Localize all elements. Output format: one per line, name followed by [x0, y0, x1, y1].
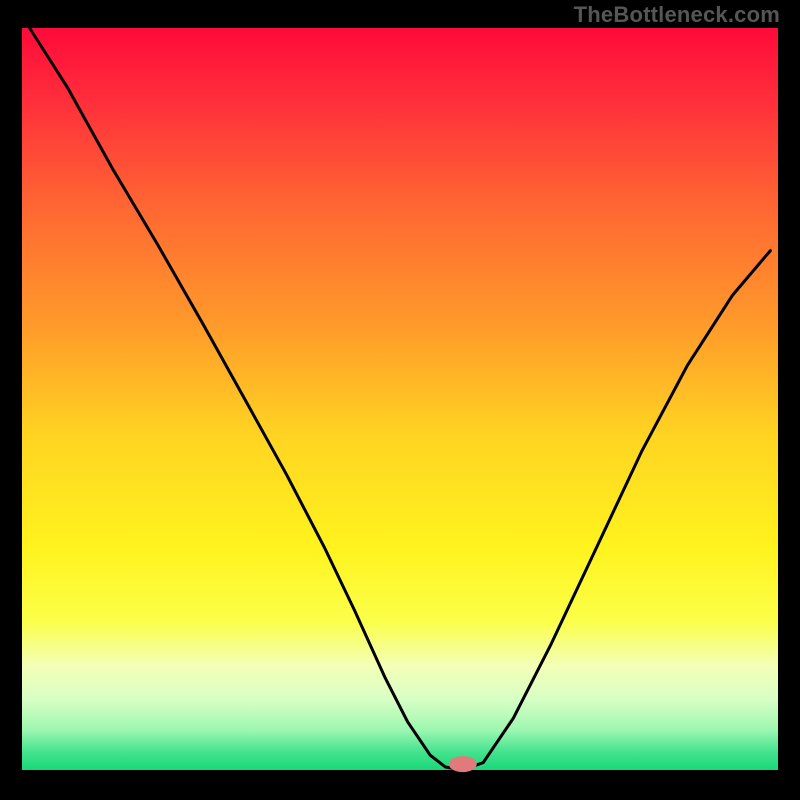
chart-frame: { "watermark": "TheBottleneck.com", "gra… [0, 0, 800, 800]
bottleneck-chart [0, 0, 800, 800]
optimal-marker [449, 756, 477, 772]
plot-background [22, 28, 778, 770]
